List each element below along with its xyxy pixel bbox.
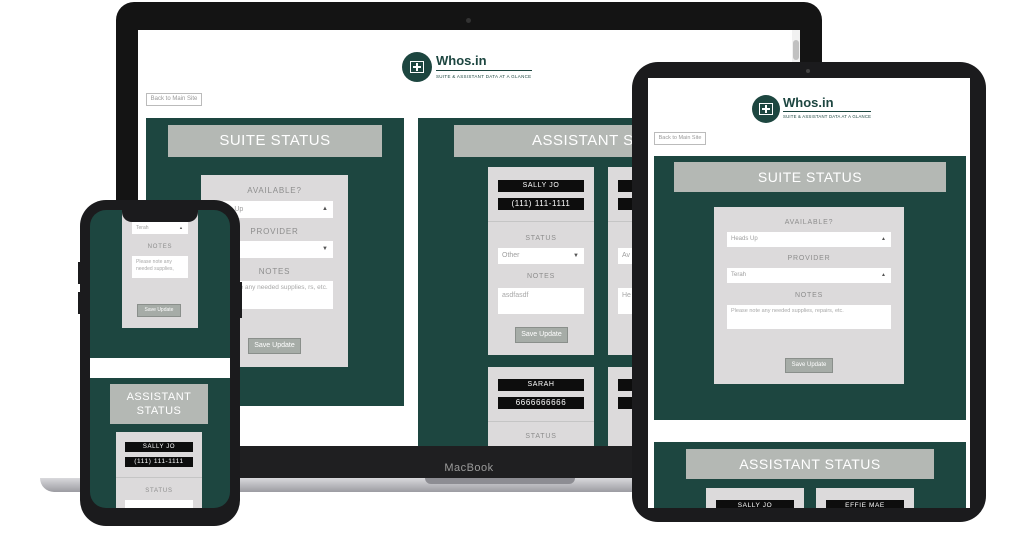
iphone-volume-down	[78, 292, 81, 314]
assistant-name: SALLY JO	[716, 500, 794, 508]
assistant-name: SARAH	[498, 379, 584, 391]
suite-status-card: Terah ▲︎ NOTES Please note any needed su…	[122, 210, 198, 328]
assistant-status-title: ASSISTANT STATUS	[110, 384, 208, 424]
iphone-volume-up	[78, 262, 81, 284]
brand-underline	[436, 70, 532, 71]
status-select[interactable]: Other ▼︎	[498, 248, 584, 264]
ipad-camera	[806, 69, 810, 73]
macbook-camera	[466, 18, 471, 23]
brand-underline	[783, 111, 871, 112]
macbook-base-notch	[425, 478, 575, 484]
notes-label: NOTES	[794, 292, 824, 299]
brand-tagline: SUITE & ASSISTANT DATA AT A GLANCE	[783, 114, 872, 119]
status-select-value: Av	[622, 252, 631, 259]
notes-label: NOTES	[147, 244, 173, 250]
brand-tagline: SUITE & ASSISTANT DATA AT A GLANCE	[436, 74, 532, 79]
suite-status-title: SUITE STATUS	[168, 125, 382, 157]
assistant-card-sally-jo: SALLY JO	[706, 488, 804, 508]
select-arrows-icon: ▼︎	[322, 246, 328, 252]
provider-label: PROVIDER	[787, 255, 831, 262]
brand-name: Whos.in	[783, 95, 834, 110]
provider-select-value: Terah	[731, 272, 747, 278]
available-select[interactable]: Heads Up ▲︎	[727, 232, 891, 247]
save-update-button[interactable]: Save Update	[248, 338, 301, 354]
status-label: STATUS	[525, 433, 557, 440]
divider	[116, 477, 202, 478]
assistant-card-sarah: SARAH 6666666666 STATUS	[488, 367, 594, 446]
assistant-status-title-line1: ASSISTANT	[126, 391, 192, 403]
assistant-card-effie-mae: EFFIE MAE	[816, 488, 914, 508]
select-arrows-icon: ▲︎	[179, 225, 183, 230]
assistant-name: SALLY JO	[125, 442, 193, 452]
brand-name: Whos.in	[436, 53, 487, 68]
assistant-phone: (111) 111-1111	[498, 198, 584, 210]
assistant-phone: 6666666666	[498, 397, 584, 409]
back-to-main-site-link[interactable]: Back to Main Site	[654, 132, 706, 145]
available-select-value: Heads Up	[731, 236, 758, 242]
notes-textarea[interactable]: asdfasdf	[498, 288, 584, 314]
available-label: AVAILABLE?	[784, 219, 834, 226]
assistant-status-title-line2: STATUS	[136, 405, 182, 417]
suite-status-panel: SUITE STATUS AVAILABLE? Heads Up ▲︎ PROV…	[654, 156, 966, 420]
status-select[interactable]	[125, 500, 193, 508]
assistant-status-panel: ASSISTANT STATUS SALLY JO EFFIE MAE	[654, 442, 966, 508]
assistant-name: EFFIE MAE	[826, 500, 904, 508]
save-update-button[interactable]: Save Update	[785, 358, 833, 373]
save-update-button[interactable]: Save Update	[515, 327, 568, 343]
iphone-notch	[122, 208, 198, 222]
notes-textarea[interactable]: Please note any needed supplies,	[132, 256, 188, 278]
assistant-card-sally-jo: SALLY JO (111) 111-1111 STATUS Other ▼︎ …	[488, 167, 594, 355]
select-arrows-icon: ▼︎	[573, 253, 579, 259]
assistant-phone: (111) 111-1111	[125, 457, 193, 467]
provider-select[interactable]: Terah ▲︎	[132, 222, 188, 234]
assistant-name: SALLY JO	[498, 180, 584, 192]
suite-status-card: AVAILABLE? Heads Up ▲︎ PROVIDER Terah ▲︎…	[714, 207, 904, 384]
ipad-screen: Whos.in SUITE & ASSISTANT DATA AT A GLAN…	[648, 78, 970, 508]
notes-label: NOTES	[526, 273, 556, 280]
status-label: STATUS	[145, 488, 173, 494]
divider	[488, 221, 594, 222]
divider	[488, 421, 594, 422]
select-arrows-icon: ▲︎	[881, 272, 886, 278]
logo-icon	[752, 95, 780, 123]
status-select-value: Other	[502, 252, 520, 259]
iphone-screen: Terah ▲︎ NOTES Please note any needed su…	[90, 210, 230, 508]
select-arrows-icon: ▲︎	[881, 236, 886, 242]
scrollbar-thumb[interactable]	[793, 40, 799, 60]
save-update-button[interactable]: Save Update	[137, 304, 181, 317]
available-label: AVAILABLE?	[247, 186, 302, 195]
provider-select[interactable]: Terah ▲︎	[727, 268, 891, 283]
select-arrows-icon: ▲︎	[322, 206, 328, 212]
provider-select-value: Terah	[136, 225, 149, 231]
section-gap	[90, 358, 230, 378]
status-label: STATUS	[525, 235, 557, 242]
assistant-status-title: ASSISTANT STATUS	[686, 449, 934, 479]
assistant-card-sally-jo: SALLY JO (111) 111-1111 STATUS	[116, 432, 202, 508]
suite-status-title: SUITE STATUS	[674, 162, 946, 192]
iphone-power-button	[239, 282, 242, 318]
logo-icon	[402, 52, 432, 82]
notes-textarea[interactable]: Please note any needed supplies, repairs…	[727, 305, 891, 329]
back-to-main-site-link[interactable]: Back to Main Site	[146, 93, 202, 106]
